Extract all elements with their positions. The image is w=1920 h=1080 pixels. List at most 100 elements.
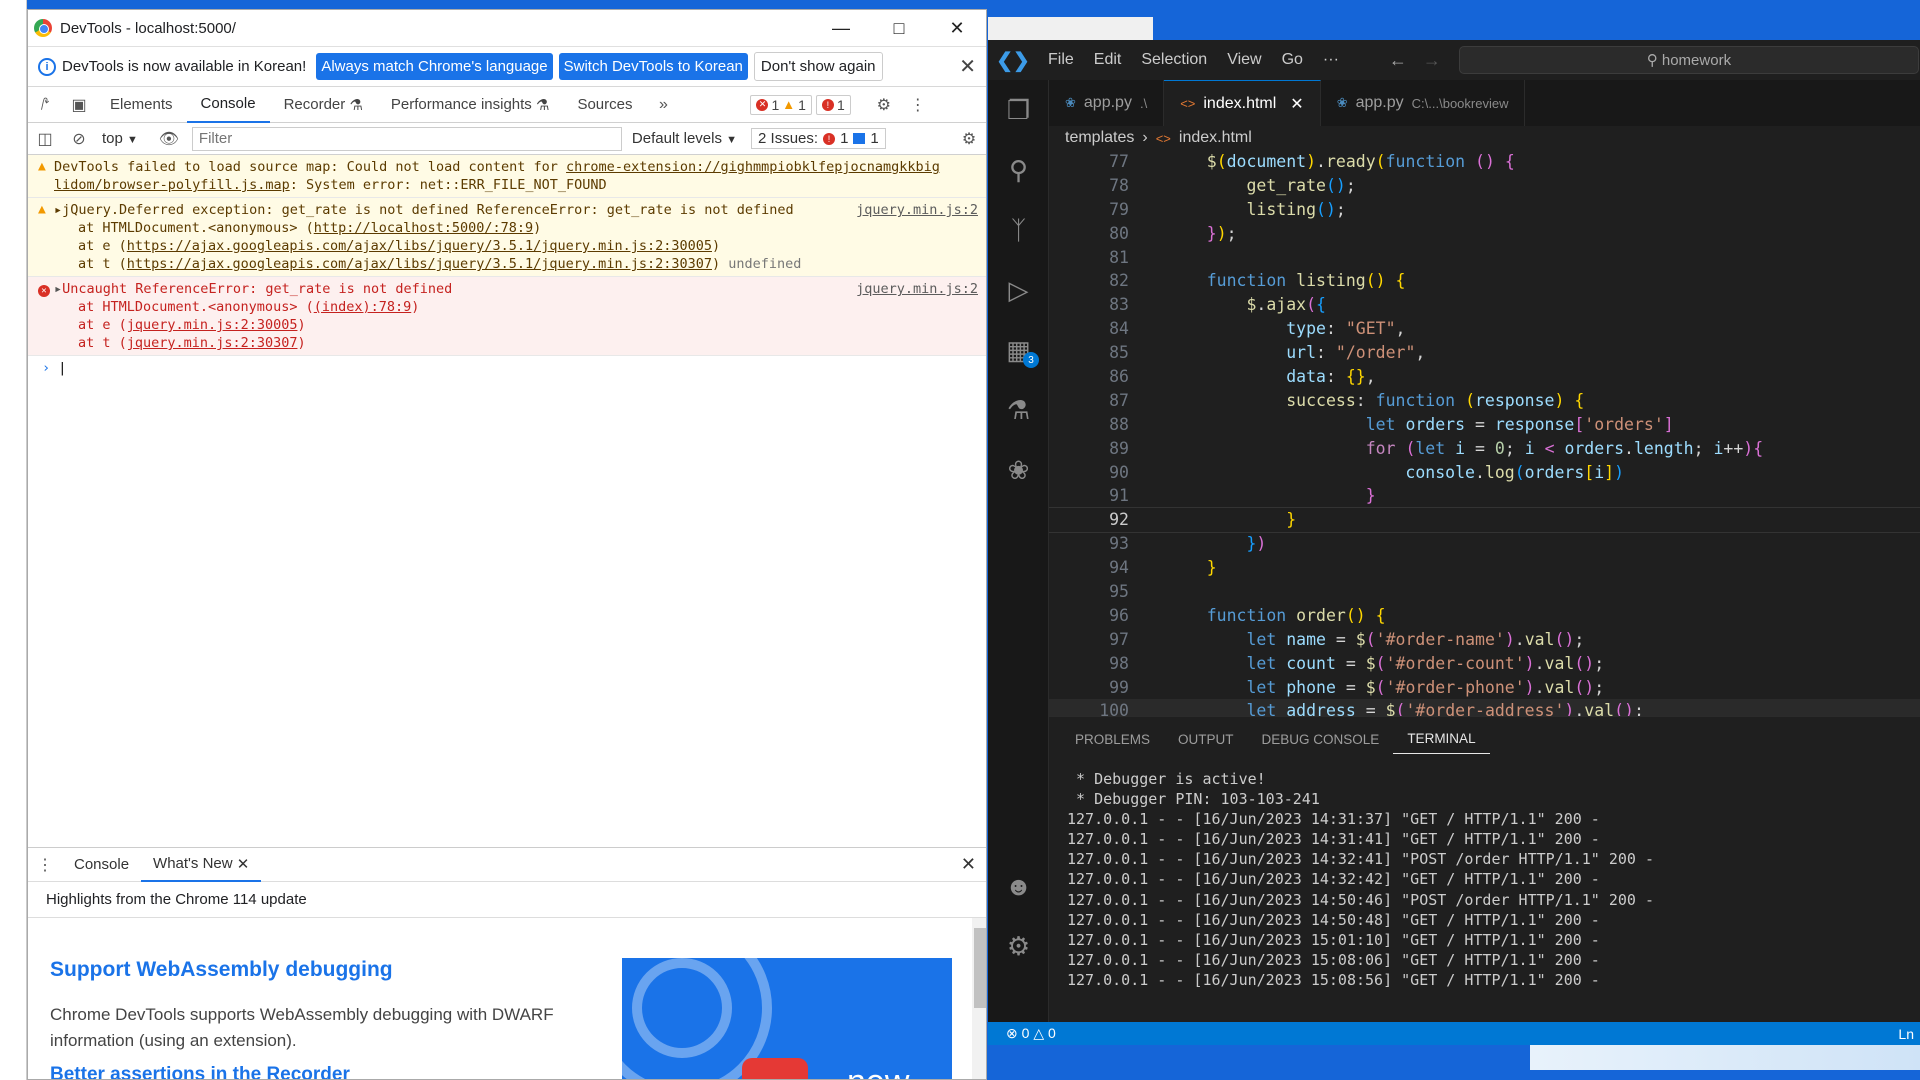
message-text: DevTools failed to load source map: Coul… (54, 159, 567, 175)
stack-link[interactable]: (index):78:9 (314, 298, 412, 316)
close-tab-icon[interactable]: ✕ (237, 855, 250, 873)
stack-paren: ) (711, 238, 721, 254)
panel-tab-output[interactable]: OUTPUT (1164, 724, 1248, 754)
console-settings-gear-icon[interactable]: ⚙ (952, 121, 986, 157)
log-levels-dropdown[interactable]: Default levels ▼ (632, 130, 737, 147)
stack-link[interactable]: https://ajax.googleapis.com/ajax/libs/jq… (127, 255, 712, 273)
cursor-position-status[interactable]: Ln (1898, 1026, 1920, 1042)
code-line: 97 let name = $('#order-name').val(); (1049, 628, 1920, 652)
log-levels-label: Default levels (631, 130, 722, 147)
issues-button[interactable]: 2 Issues: ! 1 1 (751, 128, 886, 149)
more-tabs-icon[interactable]: » (646, 87, 680, 123)
message-source-link[interactable]: jquery.min.js:2 (856, 201, 978, 219)
line-number: 98 (1109, 653, 1129, 673)
menu-edit[interactable]: Edit (1084, 51, 1132, 69)
tab-console[interactable]: Console (186, 87, 270, 123)
menu-view[interactable]: View (1217, 51, 1271, 69)
menu-go[interactable]: Go (1272, 51, 1313, 69)
command-center-search[interactable]: ⚲ homework (1458, 46, 1919, 74)
drawer-menu-icon[interactable]: ⋮ (28, 847, 62, 883)
menu-file[interactable]: File (1038, 51, 1084, 69)
breadcrumb-file[interactable]: index.html (1179, 129, 1252, 147)
testing-flask-icon[interactable]: ⚗ (988, 380, 1049, 440)
breadcrumb-folder[interactable]: templates (1065, 129, 1134, 147)
inspect-element-icon[interactable]: ⭚ (28, 87, 62, 123)
manage-gear-icon[interactable]: ⚙ (988, 916, 1049, 976)
run-debug-icon[interactable]: ▷ (988, 260, 1049, 320)
terminal-line: * Debugger is active! (1067, 770, 1266, 788)
forward-arrow-icon[interactable]: → (1423, 50, 1441, 71)
drawer-scrollbar[interactable] (972, 918, 986, 1079)
search-icon[interactable]: ⚲ (988, 140, 1049, 200)
device-toolbar-icon[interactable]: ▣ (62, 87, 96, 123)
live-expression-eye-icon[interactable]: 👁 (152, 121, 186, 157)
clear-console-icon[interactable]: ⊘ (62, 121, 96, 157)
stack-frame: at e ( (78, 317, 127, 333)
stack-link[interactable]: jquery.min.js:2:30005 (127, 316, 298, 334)
console-error-message[interactable]: ✕ ▸ Uncaught ReferenceError: get_rate is n… (28, 277, 986, 356)
stack-link[interactable]: https://ajax.googleapis.com/ajax/libs/jq… (127, 237, 712, 255)
console-prompt[interactable]: › | (28, 356, 986, 380)
more-options-icon[interactable]: ⋮ (901, 87, 935, 123)
terminal-line: 127.0.0.1 - - [16/Jun/2023 14:50:46] "PO… (1067, 890, 1654, 909)
terminal-output[interactable]: * Debugger is active! * Debugger PIN: 10… (1049, 761, 1920, 990)
code-line: 84 type: "GET", (1049, 317, 1920, 341)
stack-frame: at t ( (78, 256, 127, 272)
tab-performance-insights[interactable]: Performance insights ⚗ (377, 87, 564, 123)
line-number: 99 (1109, 677, 1129, 697)
problems-status[interactable]: ⊗ 0 △ 0 (1006, 1025, 1056, 1042)
panel-tab-debug-console[interactable]: DEBUG CONSOLE (1248, 724, 1394, 754)
python-icon[interactable]: ❀ (988, 440, 1049, 500)
maximize-icon[interactable]: □ (870, 10, 928, 47)
panel-tab-terminal[interactable]: TERMINAL (1393, 724, 1490, 754)
settings-gear-icon[interactable]: ⚙ (867, 87, 901, 123)
panel-tab-problems[interactable]: PROBLEMS (1061, 724, 1164, 754)
editor-tab-app-py[interactable]: ❀ app.py .\ (1049, 80, 1165, 126)
close-icon[interactable]: ✕ (928, 10, 986, 47)
expand-arrow-icon[interactable]: ▸ (54, 201, 62, 219)
menu-selection[interactable]: Selection (1131, 51, 1217, 69)
source-map-link-cont[interactable]: lidom/browser-polyfill.js.map (54, 176, 290, 194)
drawer-tab-console[interactable]: Console (62, 848, 141, 882)
console-filter-input[interactable] (191, 126, 622, 151)
scrollbar-thumb[interactable] (974, 928, 986, 1008)
message-source-link[interactable]: jquery.min.js:2 (856, 280, 978, 298)
infobar-close-icon[interactable]: ✕ (959, 54, 976, 79)
error-counter[interactable]: ✕ 1 ▲ 1 (750, 94, 812, 115)
source-control-icon[interactable]: ᛉ (988, 200, 1049, 260)
drawer-close-icon[interactable]: ✕ (961, 854, 976, 875)
source-map-link[interactable]: chrome-extension://gighmmpiobklfepjocnam… (566, 158, 940, 176)
close-tab-icon[interactable]: ✕ (1290, 94, 1303, 114)
account-icon[interactable]: ☻ (988, 856, 1049, 916)
whats-new-heading-link[interactable]: Better assertions in the Recorder (50, 1064, 350, 1079)
stack-link[interactable]: http://localhost:5000/:78:9 (314, 219, 533, 237)
extensions-icon[interactable]: ▦ 3 (988, 320, 1049, 380)
editor-tab-app-py-bookreview[interactable]: ❀ app.py C:\...\bookreview (1321, 80, 1526, 126)
drawer-tab-whats-new[interactable]: What's New ✕ (141, 848, 262, 882)
stack-link[interactable]: jquery.min.js:2:30307 (127, 334, 298, 352)
explorer-icon[interactable]: ❐ (988, 80, 1049, 140)
sidebar-toggle-icon[interactable]: ◫ (28, 121, 62, 157)
whats-new-heading-link[interactable]: Support WebAssembly debugging (50, 958, 393, 982)
tab-elements[interactable]: Elements (96, 87, 187, 123)
switch-to-korean-button[interactable]: Switch DevTools to Korean (558, 53, 748, 80)
back-arrow-icon[interactable]: ← (1389, 50, 1407, 71)
terminal-line: 127.0.0.1 - - [16/Jun/2023 14:32:42] "GE… (1067, 870, 1600, 889)
whats-new-video-thumbnail[interactable]: new (622, 958, 952, 1079)
console-warning-message[interactable]: ▲ ▸ jQuery.Deferred exception: get_rate is… (28, 198, 986, 277)
issue-counters[interactable]: ✕ 1 ▲ 1 ! 1 (750, 94, 851, 115)
minimize-icon[interactable]: — (812, 10, 870, 47)
tab-sources[interactable]: Sources (563, 87, 646, 123)
stack-frame: at HTMLDocument.<anonymous> ( (78, 220, 314, 236)
line-number: 81 (1109, 247, 1129, 267)
code-editor[interactable]: 77 $(document).ready(function () { 78 ge… (1049, 150, 1920, 716)
dont-show-again-button[interactable]: Don't show again (753, 52, 883, 81)
always-match-language-button[interactable]: Always match Chrome's language (316, 53, 553, 80)
youtube-play-icon[interactable] (742, 1058, 808, 1079)
menu-more[interactable]: ··· (1313, 51, 1349, 69)
issues-counter[interactable]: ! 1 (815, 94, 851, 115)
editor-tab-index-html[interactable]: <> index.html ✕ (1164, 80, 1321, 126)
expand-arrow-icon[interactable]: ▸ (54, 280, 62, 298)
context-selector[interactable]: top ▼ (102, 130, 138, 147)
tab-recorder[interactable]: Recorder ⚗ (270, 87, 377, 123)
